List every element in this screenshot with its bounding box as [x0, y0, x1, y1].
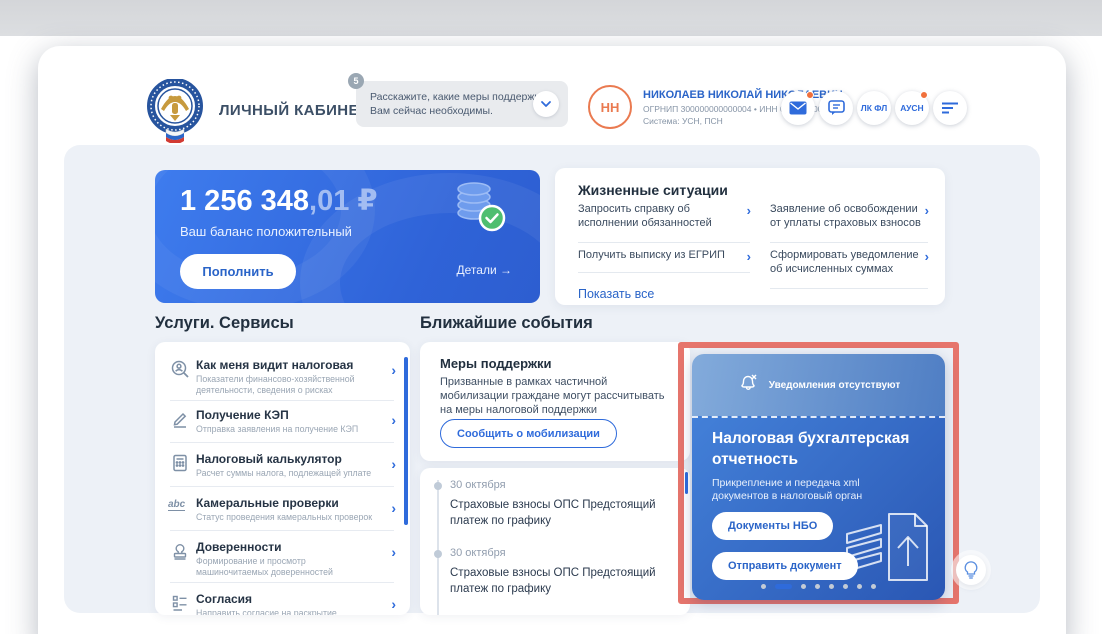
user-tax-system: Система: УСН, ПСН: [643, 116, 723, 126]
person-search-icon: [170, 359, 190, 379]
divider: [170, 486, 394, 487]
carousel-pagination: [692, 584, 945, 589]
life-situations-title: Жизненные ситуации: [578, 182, 728, 198]
chevron-right-icon: ›: [924, 203, 929, 218]
life-situation-link[interactable]: Запросить справку об исполнении обязанно…: [578, 203, 751, 243]
report-mobilization-button[interactable]: Сообщить о мобилизации: [440, 419, 617, 448]
services-card: Как меня видит налоговая Показатели фина…: [155, 342, 410, 615]
carousel-dot[interactable]: [857, 584, 862, 589]
divider: [170, 442, 394, 443]
chevron-right-icon: ›: [391, 362, 396, 378]
promo-card: Уведомления отсутствуют Налоговая бухгал…: [692, 354, 945, 600]
dashed-divider: [692, 416, 945, 418]
divider: [170, 400, 394, 401]
promo-notifications-label: Уведомления отсутствуют: [768, 379, 901, 391]
timeline-dot: [434, 482, 442, 490]
carousel-dot[interactable]: [843, 584, 848, 589]
promo-notifications-strip: Уведомления отсутствуют: [692, 354, 945, 416]
carousel-dot[interactable]: [761, 584, 766, 589]
event-date: 30 октября: [450, 479, 506, 491]
services-scrollbar[interactable]: [404, 357, 408, 525]
support-measures-title: Меры поддержки: [440, 356, 552, 371]
promo-subtitle: Прикрепление и передача xml документов в…: [712, 477, 863, 502]
chevron-right-icon: ›: [391, 596, 396, 612]
carousel-dot-active[interactable]: [775, 584, 792, 589]
page: ЛИЧНЫЙ КАБИНЕТ ИП 5 Расскажите, какие ме…: [0, 0, 1102, 634]
promo-title: Налоговая бухгалтерская отчетность: [712, 430, 910, 468]
event-text[interactable]: Страховые взносы ОПС Предстоящий платеж …: [450, 497, 675, 529]
support-measures-card: Меры поддержки Призванные в рамках части…: [420, 342, 690, 461]
carousel-dot[interactable]: [829, 584, 834, 589]
events-heading: Ближайшие события: [420, 314, 593, 332]
chevron-right-icon: ›: [391, 412, 396, 428]
life-situation-link[interactable]: Заявление об освобождении от уплаты стра…: [770, 203, 929, 243]
notification-count-badge: 5: [348, 73, 364, 89]
balance-amount: 1 256 348,01 ₽: [180, 185, 378, 217]
menu-button[interactable]: [933, 91, 967, 125]
show-all-link[interactable]: Показать все: [578, 287, 654, 301]
timeline-line: [437, 480, 439, 615]
abc-icon: abc: [168, 499, 186, 511]
divider: [170, 530, 394, 531]
carousel-dot[interactable]: [801, 584, 806, 589]
ausn-button[interactable]: АУСН: [895, 91, 929, 125]
services-heading: Услуги. Сервисы: [155, 314, 294, 332]
promo-body: Налоговая бухгалтерская отчетность Прикр…: [692, 416, 945, 600]
hint-lightbulb-button[interactable]: [956, 555, 986, 585]
checklist-icon: [170, 593, 190, 613]
chevron-right-icon: ›: [391, 544, 396, 560]
stamp-icon: [170, 541, 190, 561]
calculator-icon: [170, 453, 190, 473]
chevron-right-icon: ›: [391, 500, 396, 516]
events-timeline-card: 30 октября Страховые взносы ОПС Предстоя…: [420, 468, 690, 615]
document-upload-illustration: [841, 504, 937, 592]
timeline-dot: [434, 550, 442, 558]
avatar[interactable]: НН: [588, 85, 632, 129]
carousel-dot[interactable]: [815, 584, 820, 589]
event-date: 30 октября: [450, 547, 506, 559]
chevron-right-icon: ›: [746, 249, 751, 264]
details-link[interactable]: Детали →: [457, 263, 512, 277]
balance-status: Ваш баланс положительный: [180, 224, 352, 239]
fns-logo: [146, 78, 204, 144]
support-prompt-text: Расскажите, какие меры поддержки Вам сей…: [370, 91, 545, 117]
chevron-down-icon[interactable]: [533, 91, 559, 117]
chat-button[interactable]: [819, 91, 853, 125]
nbo-documents-button[interactable]: Документы НБО: [712, 512, 834, 540]
event-text[interactable]: Страховые взносы ОПС Предстоящий платеж …: [450, 565, 675, 597]
carousel-dot[interactable]: [871, 584, 876, 589]
bell-off-icon: [737, 372, 759, 399]
topup-button[interactable]: Пополнить: [180, 254, 296, 289]
life-situation-link[interactable]: Получить выписку из ЕГРИП ›: [578, 249, 751, 273]
chevron-right-icon: ›: [746, 203, 751, 218]
lkfl-button[interactable]: ЛК ФЛ: [857, 91, 891, 125]
balance-card: 1 256 348,01 ₽ Ваш баланс положительный …: [155, 170, 540, 303]
mail-button[interactable]: [781, 91, 815, 125]
chevron-right-icon: ›: [391, 456, 396, 472]
chevron-right-icon: ›: [924, 249, 929, 264]
divider: [170, 582, 394, 583]
ausn-notification-dot: [920, 91, 928, 99]
send-document-button[interactable]: Отправить документ: [712, 552, 858, 580]
top-strip: [0, 0, 1102, 36]
life-situations-card: Жизненные ситуации Запросить справку об …: [555, 168, 945, 305]
signature-pen-icon: [170, 409, 190, 429]
support-prompt[interactable]: 5 Расскажите, какие меры поддержки Вам с…: [348, 73, 568, 127]
coins-icon: [450, 180, 512, 238]
life-situation-link[interactable]: Сформировать уведомление об исчисленных …: [770, 249, 929, 289]
support-measures-text: Призванные в рамках частичной мобилизаци…: [440, 376, 665, 416]
mail-notification-dot: [806, 91, 814, 99]
